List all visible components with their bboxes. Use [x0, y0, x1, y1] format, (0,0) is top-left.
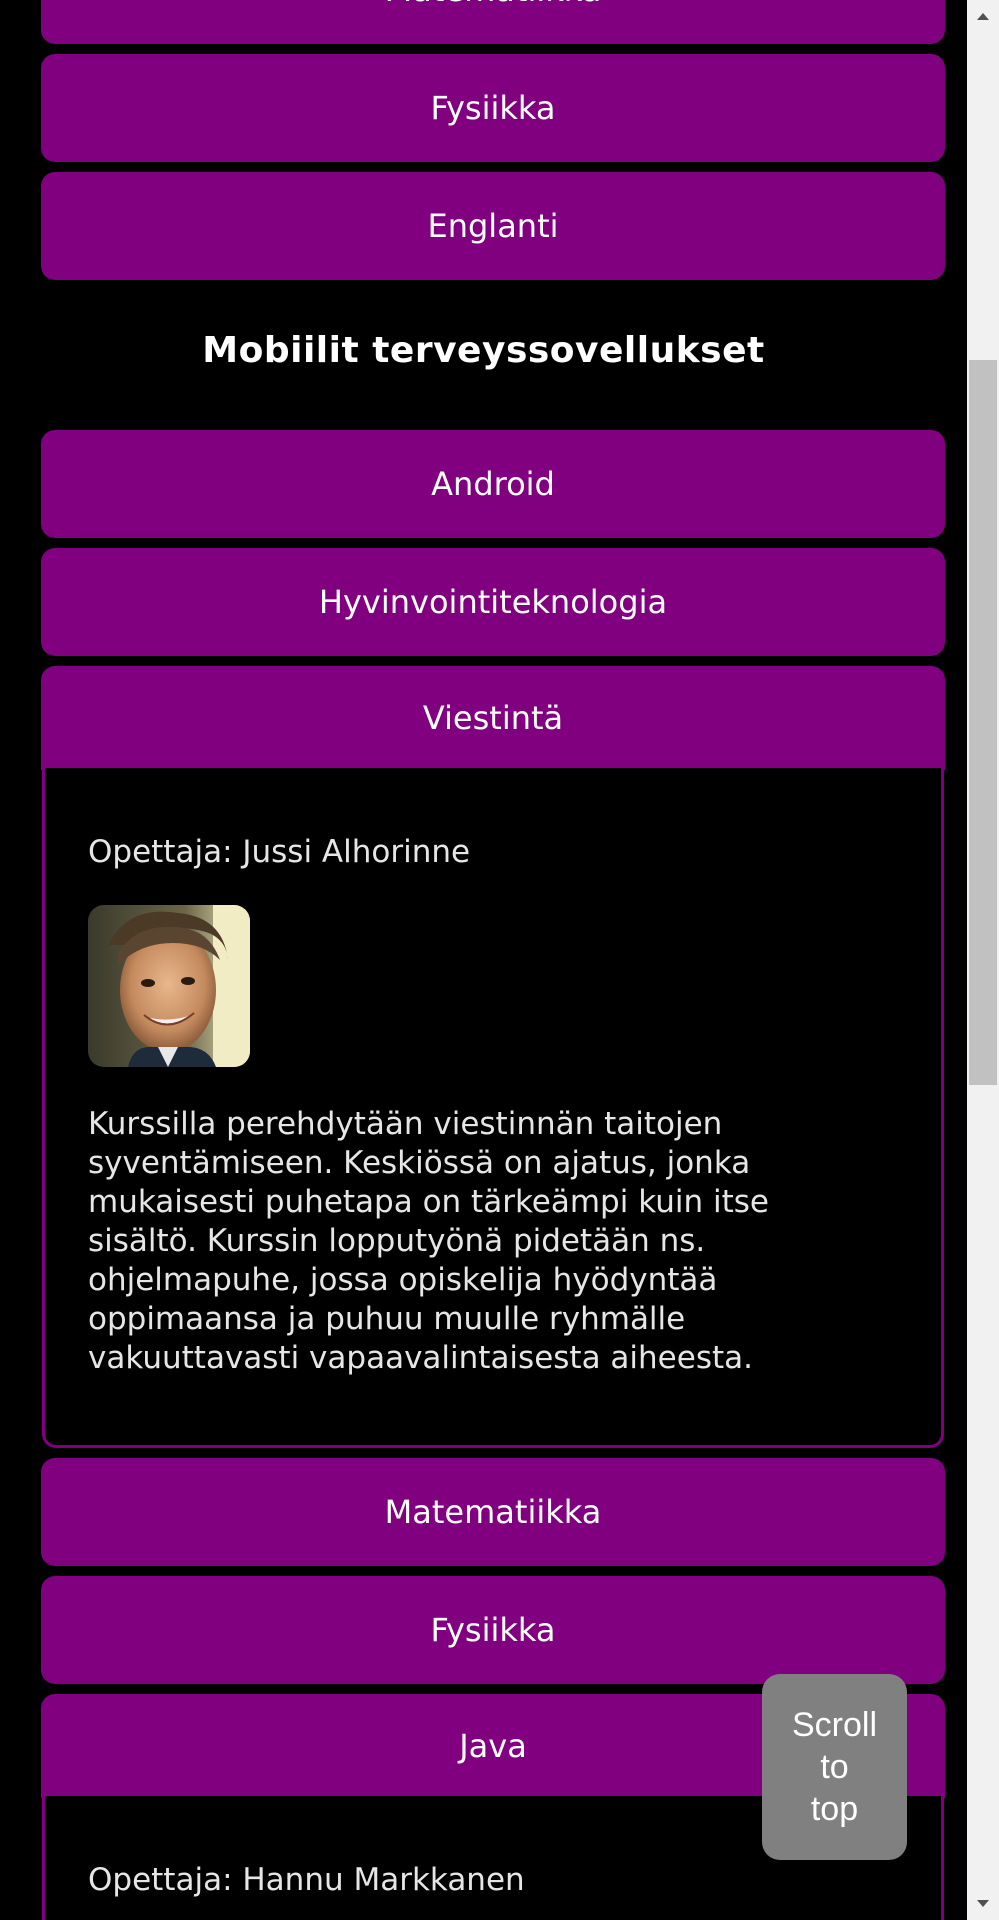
accordion-button-fysiikka-2[interactable]: Fysiikka	[41, 1576, 945, 1684]
page-scrollbar[interactable]	[967, 0, 999, 1920]
teacher-name-java: Opettaja: Hannu Markkanen	[88, 1862, 525, 1898]
accordion-button-englanti[interactable]: Englanti	[41, 172, 945, 280]
teacher-name-viestinta: Opettaja: Jussi Alhorinne	[88, 834, 471, 870]
accordion-button-fysiikka-1[interactable]: Fysiikka	[41, 54, 945, 162]
scrollbar-thumb[interactable]	[969, 360, 997, 1085]
teacher-photo-icon	[88, 905, 250, 1067]
teacher-avatar	[88, 905, 250, 1067]
scroll-down-arrow-icon[interactable]	[967, 1888, 999, 1920]
accordion-button-android[interactable]: Android	[41, 430, 945, 538]
accordion-button-hyvinvointiteknologia[interactable]: Hyvinvointiteknologia	[41, 548, 945, 656]
scroll-up-arrow-icon[interactable]	[967, 0, 999, 32]
scroll-to-top-label-3: top	[810, 1790, 859, 1828]
page: Matematiikka Fysiikka Englanti Mobiilit …	[0, 0, 967, 1920]
scroll-to-top-label-1: Scroll	[791, 1706, 878, 1744]
accordion-button-matematiikka-1[interactable]: Matematiikka	[41, 0, 945, 44]
accordion-button-viestinta[interactable]: Viestintä	[41, 666, 945, 770]
section-title: Mobiilit terveyssovellukset	[202, 330, 765, 371]
scroll-to-top-button[interactable]: Scroll to top	[762, 1674, 907, 1860]
scroll-to-top-label-2: to	[820, 1748, 849, 1786]
course-description-viestinta: Kurssilla perehdytään viestinnän taitoje…	[88, 1106, 769, 1376]
accordion-button-matematiikka-2[interactable]: Matematiikka	[41, 1458, 945, 1566]
